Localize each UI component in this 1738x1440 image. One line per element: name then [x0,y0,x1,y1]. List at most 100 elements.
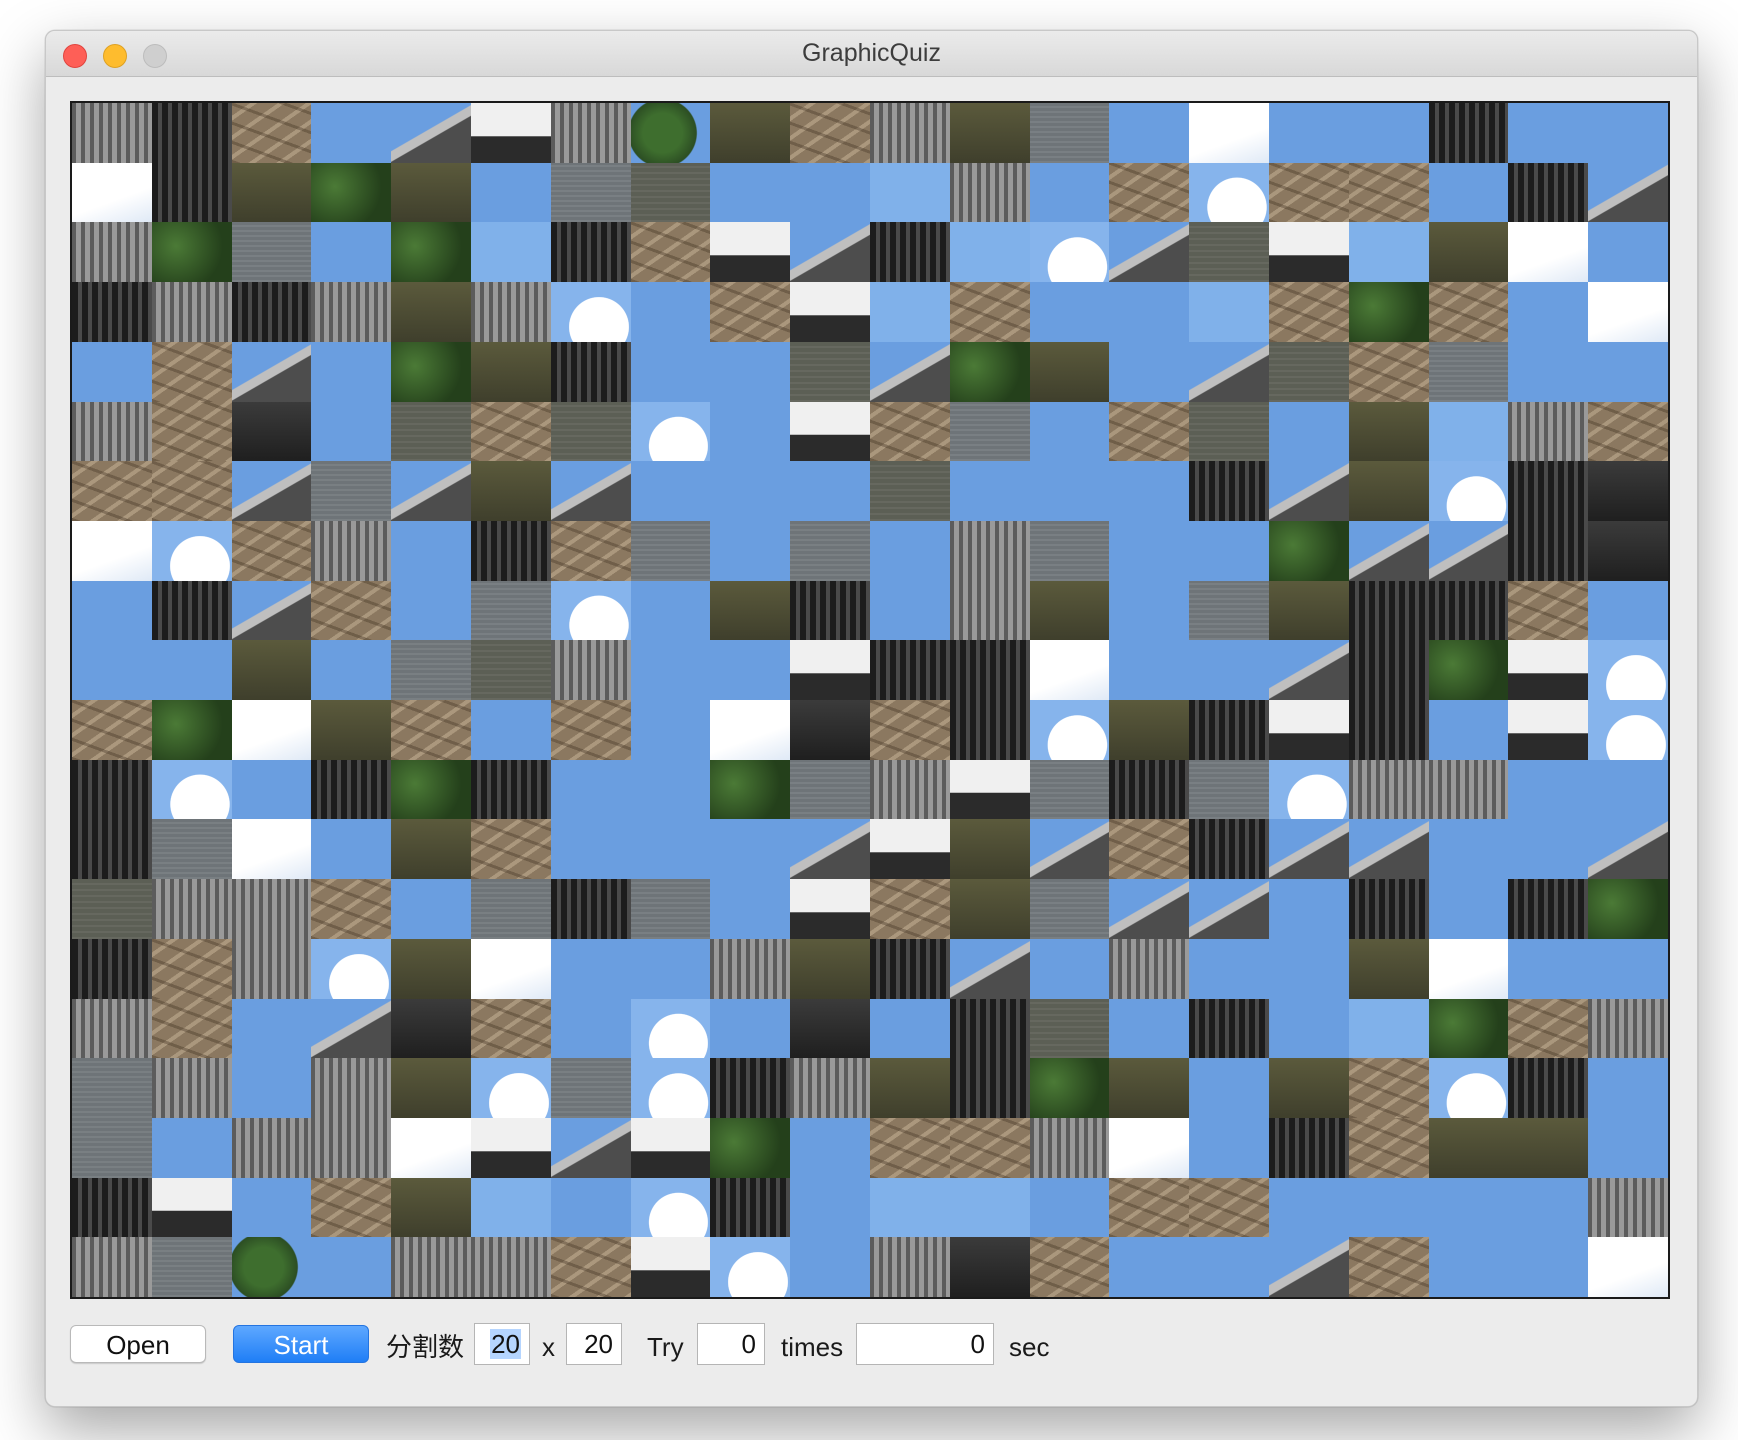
puzzle-tile[interactable] [949,998,1030,1059]
puzzle-tile[interactable] [1508,819,1589,880]
puzzle-tile[interactable] [870,998,950,1059]
puzzle-tile[interactable] [1109,520,1190,581]
puzzle-tile[interactable] [391,700,471,760]
puzzle-tile[interactable] [630,341,711,402]
puzzle-tile[interactable] [1428,938,1509,999]
puzzle-tile[interactable] [311,700,392,760]
puzzle-tile[interactable] [870,401,950,462]
puzzle-tile[interactable] [151,103,232,163]
puzzle-tile[interactable] [391,282,471,342]
puzzle-tile[interactable] [710,162,791,223]
puzzle-tile[interactable] [1588,103,1668,163]
puzzle-tile[interactable] [311,1117,392,1178]
puzzle-tile[interactable] [1269,759,1349,820]
puzzle-tile[interactable] [710,103,791,163]
rows-input[interactable]: 20 [474,1323,530,1365]
puzzle-tile[interactable] [949,819,1030,880]
puzzle-tile[interactable] [550,401,631,462]
puzzle-tile[interactable] [949,1237,1030,1297]
puzzle-tile[interactable] [790,1237,870,1297]
puzzle-tile[interactable] [1029,998,1110,1059]
puzzle-tile[interactable] [1189,162,1269,223]
puzzle-tile[interactable] [710,1177,791,1238]
puzzle-tile[interactable] [1109,879,1190,939]
puzzle-tile[interactable] [231,1237,312,1297]
puzzle-tile[interactable] [1588,1117,1668,1178]
puzzle-tile[interactable] [870,1237,950,1297]
puzzle-tile[interactable] [710,998,791,1059]
puzzle-tile[interactable] [1348,401,1429,462]
puzzle-tile[interactable] [1588,819,1668,880]
puzzle-tile[interactable] [1348,879,1429,939]
puzzle-tile[interactable] [550,1058,631,1118]
puzzle-tile[interactable] [550,1177,631,1238]
puzzle-tile[interactable] [870,640,950,700]
puzzle-tile[interactable] [1189,401,1269,462]
puzzle-tile[interactable] [231,1058,312,1118]
puzzle-tile[interactable] [870,759,950,820]
puzzle-tile[interactable] [1269,1117,1349,1178]
puzzle-tile[interactable] [311,222,392,283]
puzzle-tile[interactable] [1269,162,1349,223]
puzzle-tile[interactable] [1348,222,1429,283]
puzzle-tile[interactable] [630,1177,711,1238]
puzzle-tile[interactable] [1269,520,1349,581]
puzzle-tile[interactable] [231,1117,312,1178]
puzzle-tile[interactable] [1428,461,1509,521]
puzzle-tile[interactable] [311,520,392,581]
puzzle-tile[interactable] [231,938,312,999]
puzzle-tile[interactable] [949,759,1030,820]
puzzle-tile[interactable] [790,222,870,283]
puzzle-tile[interactable] [1269,341,1349,402]
puzzle-tile[interactable] [1588,162,1668,223]
puzzle-tile[interactable] [949,700,1030,760]
puzzle-tile[interactable] [790,819,870,880]
puzzle-tile[interactable] [1029,938,1110,999]
puzzle-tile[interactable] [870,103,950,163]
puzzle-tile[interactable] [1348,640,1429,700]
puzzle-tile[interactable] [710,819,791,880]
puzzle-tile[interactable] [1508,640,1589,700]
puzzle-tile[interactable] [471,879,551,939]
puzzle-tile[interactable] [1109,580,1190,641]
puzzle-tile[interactable] [471,341,551,402]
puzzle-tile[interactable] [471,640,551,700]
puzzle-tile[interactable] [630,162,711,223]
puzzle-tile[interactable] [1029,1237,1110,1297]
puzzle-tile[interactable] [1508,1058,1589,1118]
puzzle-tile[interactable] [1508,700,1589,760]
puzzle-tile[interactable] [72,998,152,1059]
puzzle-tile[interactable] [1508,401,1589,462]
puzzle-tile[interactable] [1588,640,1668,700]
puzzle-tile[interactable] [1508,938,1589,999]
puzzle-tile[interactable] [72,1177,152,1238]
puzzle-tile[interactable] [72,282,152,342]
puzzle-tile[interactable] [1029,1058,1110,1118]
puzzle-tile[interactable] [1189,998,1269,1059]
puzzle-tile[interactable] [151,162,232,223]
puzzle-tile[interactable] [151,759,232,820]
puzzle-tile[interactable] [1508,1117,1589,1178]
puzzle-tile[interactable] [1588,580,1668,641]
puzzle-tile[interactable] [1348,461,1429,521]
puzzle-tile[interactable] [231,759,312,820]
puzzle-tile[interactable] [1029,700,1110,760]
puzzle-tile[interactable] [790,461,870,521]
puzzle-tile[interactable] [1269,401,1349,462]
puzzle-tile[interactable] [949,1058,1030,1118]
puzzle-tile[interactable] [1189,341,1269,402]
try-count-field[interactable]: 0 [697,1323,765,1365]
puzzle-tile[interactable] [790,162,870,223]
puzzle-tile[interactable] [72,879,152,939]
puzzle-tile[interactable] [1189,938,1269,999]
puzzle-tile[interactable] [151,879,232,939]
puzzle-tile[interactable] [1109,341,1190,402]
puzzle-tile[interactable] [1109,1117,1190,1178]
puzzle-tile[interactable] [1508,1177,1589,1238]
puzzle-tile[interactable] [550,998,631,1059]
puzzle-tile[interactable] [1348,580,1429,641]
puzzle-tile[interactable] [231,580,312,641]
puzzle-tile[interactable] [1348,819,1429,880]
puzzle-tile[interactable] [1508,879,1589,939]
puzzle-tile[interactable] [1428,401,1509,462]
